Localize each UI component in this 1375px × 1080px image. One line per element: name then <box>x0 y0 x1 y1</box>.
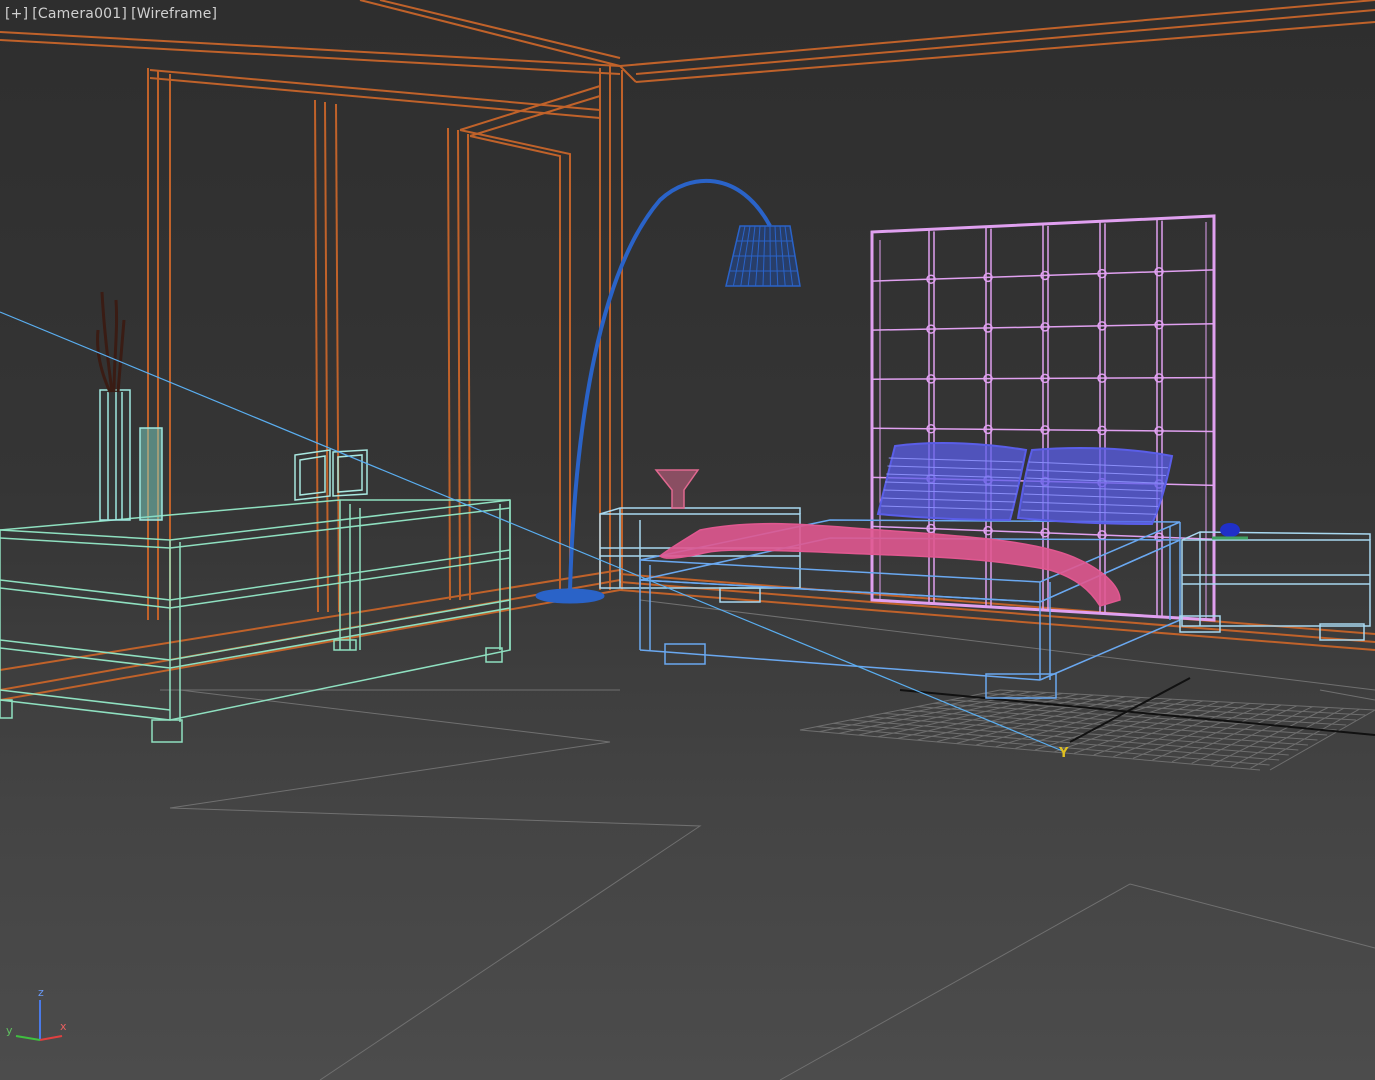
viewport-point-of-view-menu[interactable]: [Camera001] <box>32 6 127 22</box>
nightstand-right[interactable] <box>1179 531 1371 641</box>
scene-canvas[interactable]: Y z x y <box>0 0 1375 1080</box>
viewport-label-menu: [+] [Camera001] [Wireframe] <box>5 6 217 22</box>
photo-frames[interactable] <box>294 449 368 501</box>
sideboard-cabinet[interactable] <box>0 499 511 743</box>
axis-z-label: z <box>38 986 44 999</box>
axis-x-label: x <box>60 1020 67 1033</box>
bedside-vase[interactable] <box>654 469 700 509</box>
decor-branches <box>96 291 126 393</box>
grid-patch <box>799 689 1375 771</box>
bedside-ornament[interactable] <box>1212 523 1248 540</box>
wireframe-viewport[interactable]: Y z x y [+] [Camera001] [Wireframe] <box>0 0 1375 1080</box>
vase-short[interactable] <box>139 427 163 521</box>
target-marker-label: Y <box>1058 746 1069 761</box>
axis-y-label: y <box>6 1024 13 1037</box>
axis-gizmo: z x y <box>6 986 67 1041</box>
home-grid <box>160 599 1375 1080</box>
viewport-general-menu[interactable]: [+] <box>5 6 28 22</box>
viewport-shading-menu[interactable]: [Wireframe] <box>131 6 217 22</box>
camera-target-marker[interactable]: Y <box>1058 746 1069 761</box>
vase-tall[interactable] <box>99 389 131 521</box>
